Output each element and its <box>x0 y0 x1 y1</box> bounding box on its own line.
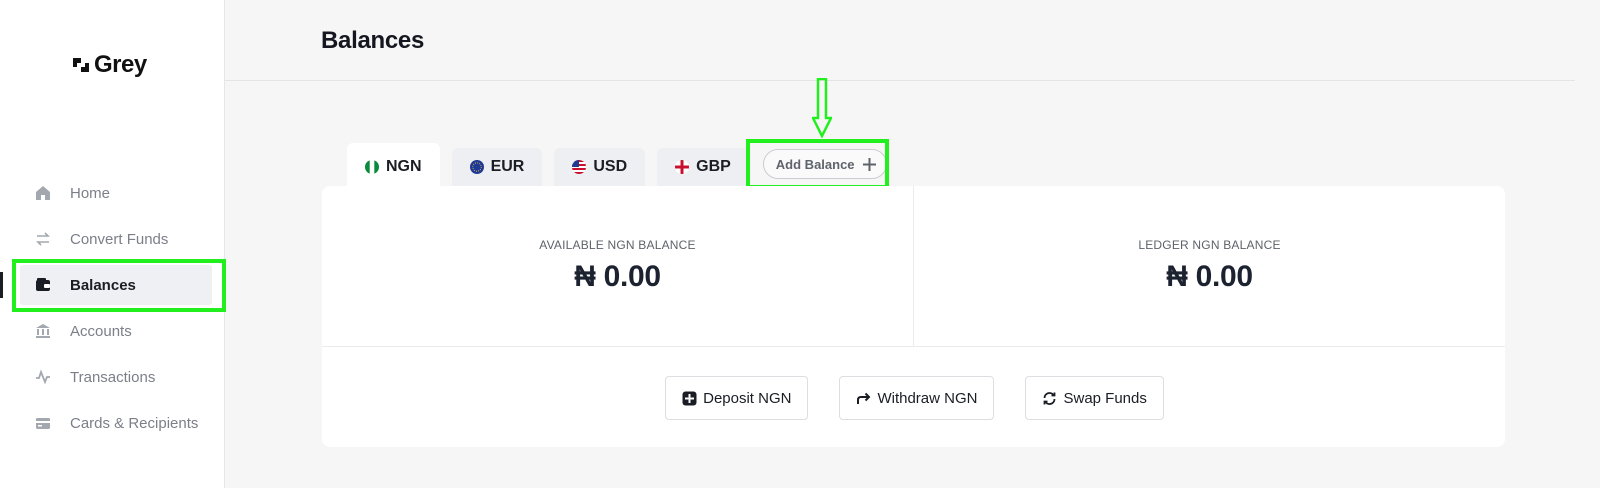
convert-icon <box>34 230 52 248</box>
sidebar-nav: Home Convert Funds Balances Accounts Tra… <box>0 170 225 446</box>
brand-logo[interactable]: Grey <box>70 51 147 79</box>
sidebar: Grey Home Convert Funds Balances Account… <box>0 0 225 488</box>
tab-label: EUR <box>490 158 525 175</box>
available-balance: AVAILABLE NGN BALANCE ₦ 0.00 <box>322 186 913 346</box>
refresh-icon <box>1042 391 1057 406</box>
plus-square-icon <box>682 391 697 406</box>
withdraw-button[interactable]: Withdraw NGN <box>839 376 995 420</box>
sidebar-item-cards-recipients[interactable]: Cards & Recipients <box>0 400 225 446</box>
wallet-icon <box>34 276 52 294</box>
bank-icon <box>34 322 52 340</box>
nigeria-flag-icon <box>365 159 379 174</box>
header-divider <box>225 80 1575 81</box>
grey-logo-icon <box>73 58 89 72</box>
eu-flag-icon <box>469 160 484 174</box>
ledger-balance-label: LEDGER NGN BALANCE <box>1138 238 1281 252</box>
activity-icon <box>34 368 52 386</box>
add-balance-button[interactable]: Add Balance <box>762 149 887 179</box>
tab-label: USD <box>593 158 628 175</box>
tab-label: NGN <box>386 157 422 175</box>
withdraw-label: Withdraw NGN <box>877 389 978 407</box>
balance-actions: Deposit NGN Withdraw NGN Swap Funds <box>322 376 1505 420</box>
tab-ngn[interactable]: NGN <box>347 143 440 186</box>
sidebar-item-label: Balances <box>70 276 136 294</box>
available-balance-label: AVAILABLE NGN BALANCE <box>539 238 696 252</box>
uk-flag-icon <box>675 160 690 174</box>
sidebar-item-label: Transactions <box>70 368 156 386</box>
page-title: Balances <box>321 27 424 54</box>
deposit-button[interactable]: Deposit NGN <box>665 376 809 420</box>
home-icon <box>34 184 52 202</box>
brand-name: Grey <box>94 51 147 78</box>
forward-arrow-icon <box>856 391 871 406</box>
available-balance-value: ₦ 0.00 <box>574 260 661 293</box>
sidebar-item-accounts[interactable]: Accounts <box>0 308 225 354</box>
sidebar-item-balances[interactable]: Balances <box>0 262 225 308</box>
balance-row: AVAILABLE NGN BALANCE ₦ 0.00 LEDGER NGN … <box>322 186 1505 347</box>
tab-label: GBP <box>696 158 731 175</box>
sidebar-item-label: Home <box>70 184 111 202</box>
tab-usd[interactable]: USD <box>554 148 646 186</box>
sidebar-item-convert-funds[interactable]: Convert Funds <box>0 216 225 262</box>
swap-funds-button[interactable]: Swap Funds <box>1025 376 1164 420</box>
currency-tabs: NGN EUR USD GBP Add Balance <box>347 143 887 186</box>
balance-card: AVAILABLE NGN BALANCE ₦ 0.00 LEDGER NGN … <box>322 186 1505 447</box>
tab-eur[interactable]: EUR <box>451 148 543 186</box>
sidebar-item-transactions[interactable]: Transactions <box>0 354 225 400</box>
tab-gbp[interactable]: GBP <box>657 148 749 186</box>
sidebar-item-label: Convert Funds <box>70 230 169 248</box>
sidebar-item-label: Cards & Recipients <box>70 414 199 432</box>
annotation-arrow-icon <box>812 78 832 138</box>
us-flag-icon <box>572 160 587 174</box>
ledger-balance-value: ₦ 0.00 <box>1166 260 1253 293</box>
ledger-balance: LEDGER NGN BALANCE ₦ 0.00 <box>913 186 1505 346</box>
card-icon <box>34 414 52 432</box>
add-balance-label: Add Balance <box>775 156 855 172</box>
sidebar-item-label: Accounts <box>70 322 132 340</box>
swap-funds-label: Swap Funds <box>1063 389 1147 407</box>
sidebar-item-home[interactable]: Home <box>0 170 225 216</box>
deposit-label: Deposit NGN <box>703 389 792 407</box>
plus-icon <box>862 157 876 171</box>
